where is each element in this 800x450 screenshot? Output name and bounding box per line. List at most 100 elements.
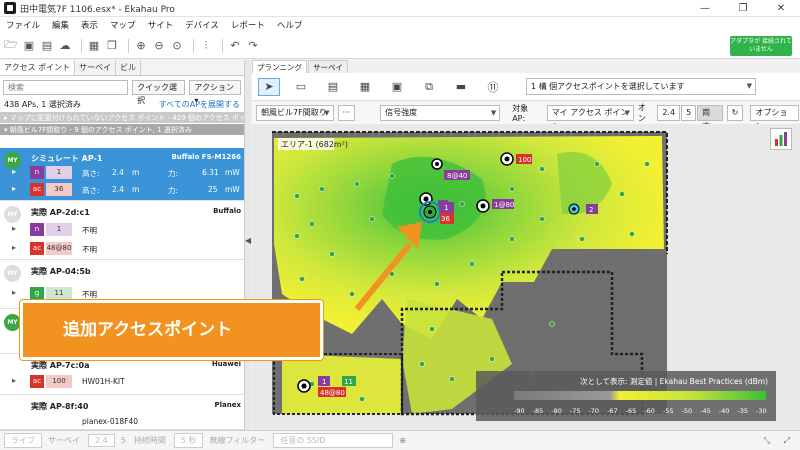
map-badge: 2 — [589, 206, 593, 214]
area-tool-icon[interactable]: ▣ — [386, 78, 408, 96]
zoom-in-icon[interactable]: ⊕ — [134, 39, 148, 53]
minimize-panel-icon[interactable]: ⤡ — [764, 436, 770, 446]
undo-icon[interactable]: ↶ — [228, 39, 242, 53]
title-bar: 田中電気7F 1106.esx* - Ekahau Pro — ❐ ✕ — [0, 0, 800, 17]
minimize-button[interactable]: — — [686, 0, 724, 17]
search-input[interactable] — [3, 79, 129, 95]
ap-vendor: Buffalo FS-M1266 — [171, 153, 241, 161]
wireless-filter-dropdown[interactable]: 任意の SSID — [273, 433, 394, 448]
legend-tick-label: -80 — [551, 407, 562, 415]
comment-tool-icon[interactable]: ▤ — [322, 78, 344, 96]
height-unit: m — [132, 168, 140, 177]
duration-label: 持続時間 — [133, 436, 166, 445]
zoom-icon[interactable]: ⊕ — [399, 436, 406, 445]
tab-building[interactable]: ビル — [116, 60, 142, 75]
ap-selection-dropdown[interactable]: 1 構 個アクセスポイントを選択しています — [526, 78, 756, 95]
band-24-field[interactable]: 2.4 — [88, 434, 115, 447]
zoom-fit-icon[interactable]: ⊙ — [170, 39, 184, 53]
radio-n-badge: n — [30, 223, 44, 236]
collapse-panel-icon[interactable]: ◀ — [245, 236, 251, 245]
chart-icon[interactable]: ⫶ — [199, 39, 213, 53]
height-label: 高さ: — [82, 186, 100, 195]
band-5-field[interactable]: 5 — [121, 436, 126, 445]
ap-marker[interactable]: 100 — [500, 152, 532, 166]
wall-tool-icon[interactable]: ▦ — [354, 78, 376, 96]
my-badge: MY — [4, 265, 21, 282]
tab-survey-right[interactable]: サーベイ — [308, 60, 348, 73]
action-button[interactable]: アクション ▾ — [189, 79, 241, 105]
menu-map[interactable]: マップ — [110, 19, 136, 31]
quick-select-button[interactable]: クイック選択 — [132, 79, 186, 105]
radio-n-info: 不明 — [82, 226, 97, 235]
duration-dropdown[interactable]: 5 秒 — [173, 433, 204, 448]
target-ap-dropdown[interactable]: マイ アクセス ポイント — [546, 105, 634, 131]
panel-splitter[interactable]: ◀ — [245, 60, 251, 430]
open-folder-icon[interactable]: 🗁 — [4, 38, 18, 53]
chevron-right-icon[interactable]: ▸ — [12, 167, 16, 176]
band-24-toggle[interactable]: 2.4 — [657, 105, 681, 121]
legend-tick-label: -90 — [514, 407, 525, 415]
list-item[interactable]: 実際 AP-7c:0a Huawei ▸ ac 100 HW01H-KIT — [0, 355, 244, 395]
options-button[interactable]: オプション — [750, 105, 799, 131]
legend-scale: -90 -85 -80 -75 -70 -67 -65 -60 -55 -50 -45 -40 -35-… — [514, 391, 767, 415]
close-button[interactable]: ✕ — [762, 0, 800, 17]
menu-site[interactable]: サイト — [148, 19, 174, 31]
legend-tick-label: -67 — [607, 407, 618, 415]
more-button[interactable]: ··· — [337, 105, 356, 121]
survey-button[interactable]: サーベイ — [48, 435, 80, 446]
search-row: クイック選択 アクション ▾ — [0, 76, 244, 105]
chevron-right-icon[interactable]: ▸ — [12, 376, 16, 385]
tab-planning[interactable]: プランニング — [252, 60, 307, 73]
floor-dropdown[interactable]: 朝風ビル7F間取り — [256, 105, 334, 121]
chart-panel-icon[interactable] — [770, 128, 792, 150]
copy-tool-icon[interactable]: ⧉ — [418, 78, 440, 96]
redo-icon[interactable]: ↷ — [246, 39, 260, 53]
menu-help[interactable]: ヘルプ — [277, 19, 303, 31]
tab-survey[interactable]: サーベイ — [75, 60, 117, 75]
expand-panel-icon[interactable]: ⤢ — [784, 436, 790, 446]
live-button[interactable]: ライブ — [4, 433, 42, 448]
list-item[interactable]: MY シミュレート AP-1 Buffalo FS-M1266 ▸ n 1 高さ… — [0, 148, 244, 201]
menu-file[interactable]: ファイル — [6, 19, 40, 31]
band-both-toggle[interactable]: 両方 — [697, 105, 723, 131]
pointer-tool-icon[interactable]: ➤ — [258, 77, 280, 96]
zoom-out-icon[interactable]: ⊖ — [152, 39, 166, 53]
ap-count: 438 APs, 1 選択済み — [4, 100, 81, 109]
list-item[interactable]: 実際 AP-8f:40 Planex planex-018F40 — [0, 396, 244, 430]
expand-all-link[interactable]: すべてのAPを展開する — [159, 98, 240, 111]
grid-icon[interactable]: ▦ — [87, 39, 101, 53]
measure-tool-icon[interactable]: ▬ — [450, 78, 472, 96]
chevron-right-icon[interactable]: ▸ — [12, 288, 16, 297]
restore-button[interactable]: ❐ — [724, 0, 762, 17]
group-floor[interactable]: ▾ 朝風ビル7F間取り - 9 個のアクセス ポイント, 1 選択済み — [0, 123, 244, 135]
tab-access-points[interactable]: アクセス ポイント — [0, 60, 76, 75]
chevron-right-icon[interactable]: ▸ — [12, 224, 16, 233]
ap-tool-icon[interactable]: ▭ — [290, 78, 312, 96]
group-unplaced[interactable]: ▸ マップに配置付けられていないアクセス ポイント - 429 個のアクセス ポ… — [0, 111, 244, 123]
save-as-icon[interactable]: ▤ — [40, 39, 54, 53]
ap-name: 実際 AP-8f:40 — [31, 402, 89, 411]
ap-name: 実際 AP-7c:0a — [31, 361, 90, 370]
band-5-toggle[interactable]: 5 — [681, 105, 697, 121]
cloud-icon[interactable]: ☁ — [58, 39, 72, 53]
legend-tick-label: -40 — [719, 407, 730, 415]
menu-report[interactable]: レポート — [231, 19, 265, 31]
on-label: オン — [637, 103, 646, 123]
floor-map[interactable]: エリア-1 (682m²) 100 8@40 1@80 1 36 2 1 11 … — [252, 124, 800, 430]
list-item[interactable]: MY 実際 AP-2d:c1 Buffalo ▸ n 1 不明 ▸ ac 48@… — [0, 202, 244, 260]
height-value: 2.4 — [112, 168, 124, 177]
refresh-icon[interactable]: ↻ — [726, 105, 744, 121]
chevron-right-icon[interactable]: ▸ — [12, 243, 16, 252]
save-icon[interactable]: ▣ — [22, 39, 36, 53]
menu-edit[interactable]: 編集 — [52, 19, 69, 31]
copy-icon[interactable]: ❐ — [105, 39, 119, 53]
visualization-dropdown[interactable]: 信号強度 — [380, 105, 501, 121]
menu-device[interactable]: デバイス — [185, 19, 219, 31]
channel-tool-icon[interactable]: ⑪ — [482, 78, 504, 96]
menu-view[interactable]: 表示 — [81, 19, 98, 31]
chevron-right-icon[interactable]: ▸ — [12, 184, 16, 193]
adapter-status-button[interactable]: アダプタが 接続されていません — [730, 36, 792, 56]
map-badge: 100 — [518, 156, 531, 164]
power-value: 6.31 — [202, 168, 219, 177]
legend-tick-label: -75 — [570, 407, 581, 415]
